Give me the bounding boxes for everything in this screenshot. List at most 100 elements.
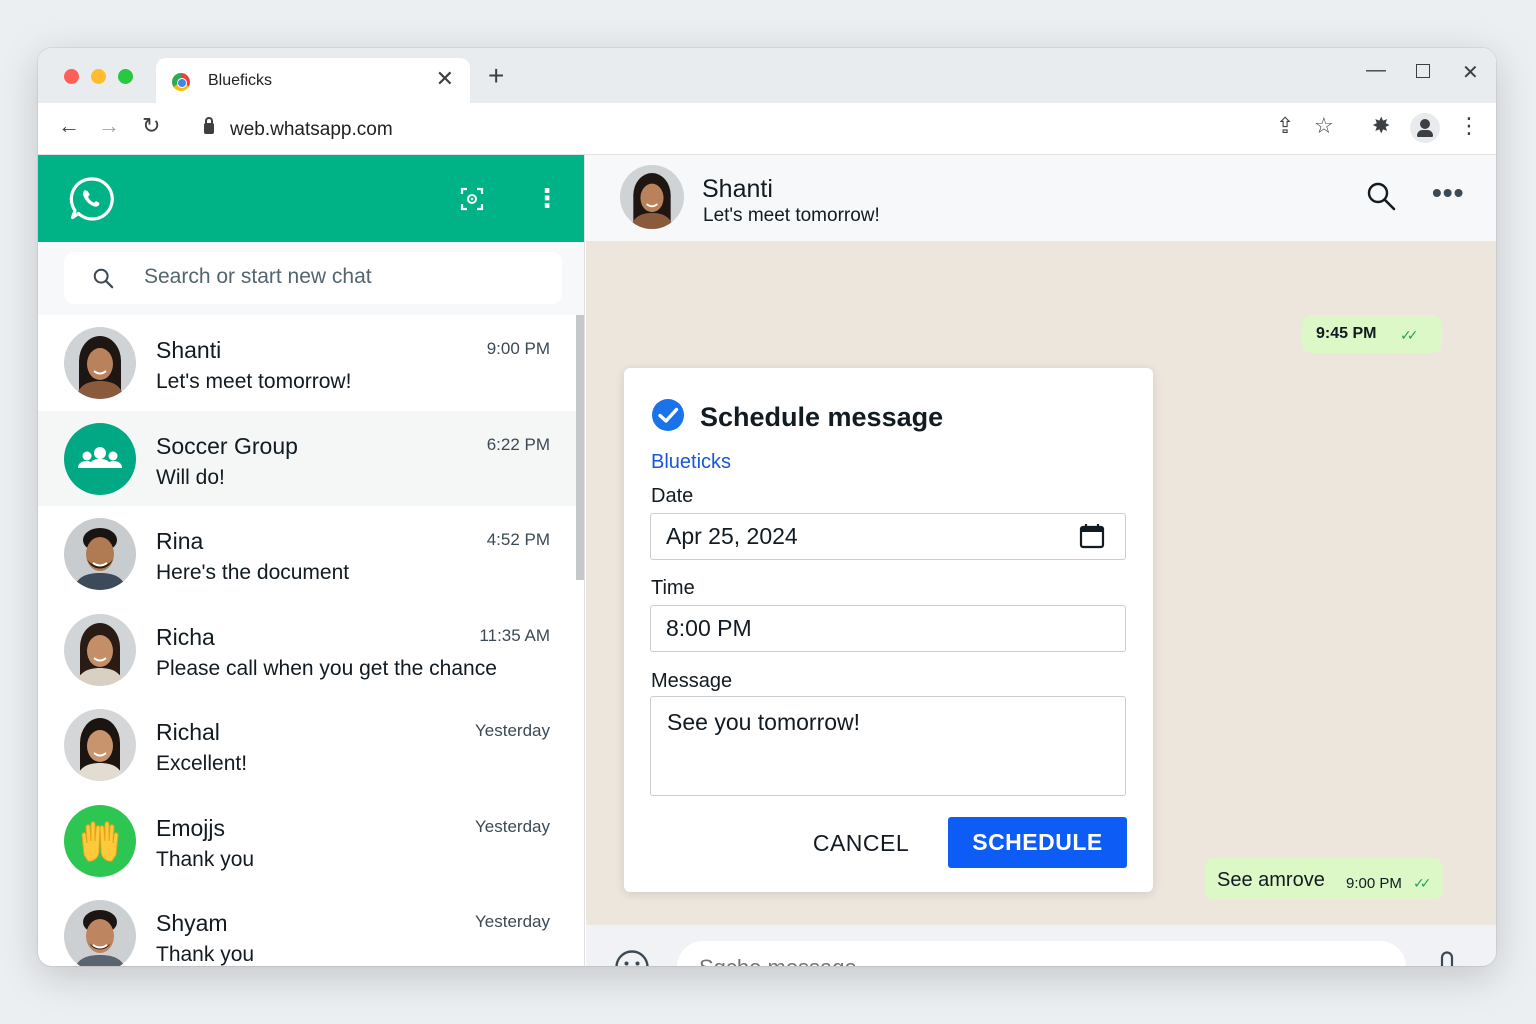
contact-avatar[interactable] (620, 165, 684, 229)
man-avatar-icon (64, 900, 136, 966)
chat-item-emojjs[interactable]: Emojjs Yesterday Thank you (38, 793, 576, 889)
sidebar-menu-icon[interactable]: ⋮ (534, 185, 560, 211)
browser-menu-icon[interactable]: ⋮ (1458, 115, 1480, 137)
avatar (64, 422, 136, 495)
chat-time: 4:52 PM (486, 530, 550, 549)
chat-item-richa[interactable]: Richa 11:35 AM Please call when you get … (38, 602, 576, 698)
lock-icon (204, 117, 214, 134)
search-icon (93, 268, 114, 289)
schedule-button[interactable]: SCHEDULE (948, 817, 1127, 868)
chat-item-rina[interactable]: Rina 4:52 PM Here's the document (38, 506, 576, 602)
cancel-button[interactable]: CANCEL (807, 818, 915, 868)
message-bubble[interactable]: See amrove 9:00 PM ✓✓ (1205, 858, 1443, 900)
raised-hands-icon (64, 804, 136, 877)
chat-time: 6:22 PM (486, 434, 550, 454)
message-time: 9:45 PM (1316, 325, 1377, 342)
man-avatar-icon (64, 518, 136, 590)
chat-item-richal[interactable]: Richal Yesterday Excellent! (38, 697, 576, 793)
contact-status: Let's meet tomorrow! (703, 205, 880, 226)
new-tab-button[interactable]: + (488, 62, 504, 90)
chat-time: 9:00 PM (486, 339, 550, 358)
date-label: Date (651, 485, 694, 507)
microphone-icon[interactable] (1434, 951, 1460, 966)
message-label: Message (651, 670, 733, 692)
extensions-icon[interactable]: ✸ (1372, 115, 1390, 137)
avatar (64, 518, 136, 590)
avatar (64, 900, 136, 966)
chat-time: Yesterday (475, 721, 550, 740)
url-text[interactable]: web.whatsapp.com (230, 119, 393, 141)
whatsapp-logo-icon (69, 177, 114, 221)
back-arrow-icon[interactable]: ← (58, 115, 80, 137)
chat-item-shyam[interactable]: Shyam Yesterday Thank you (38, 888, 576, 966)
emoji-icon[interactable] (614, 949, 650, 966)
chat-list: Shanti 9:00 PM Let's meet tomorrow! Socc… (38, 315, 576, 966)
date-field[interactable] (650, 513, 1126, 560)
chat-name: Shyam (156, 910, 228, 936)
chat-time: 11:35 AM (479, 625, 550, 645)
contact-name: Shanti (702, 175, 773, 203)
search-input[interactable] (144, 265, 544, 289)
woman-avatar-icon (64, 327, 136, 399)
status-scan-icon[interactable] (460, 187, 484, 211)
search-icon[interactable] (1366, 181, 1396, 211)
check-circle-icon (652, 399, 684, 431)
tab-close-icon[interactable]: ✕ (436, 68, 454, 90)
double-check-icon: ✓✓ (1400, 327, 1419, 343)
woman-avatar-icon (620, 165, 684, 229)
schedule-dialog: Schedule message Blueticks Date Time Mes… (624, 368, 1153, 892)
calendar-icon[interactable] (1079, 523, 1105, 549)
browser-window: Blueficks ✕ + — ✕ ← → ↻ web.whatsapp.com… (38, 48, 1496, 966)
maximize-icon[interactable] (1416, 64, 1430, 78)
maximize-window-dot[interactable] (118, 69, 133, 84)
chat-preview: Excellent! (156, 752, 248, 775)
chat-preview: Will do! (156, 465, 225, 489)
reload-icon[interactable]: ↻ (142, 115, 160, 137)
chat-name: Emojjs (156, 814, 226, 841)
time-label: Time (651, 577, 695, 599)
minimize-window-dot[interactable] (91, 69, 106, 84)
chat-list-scrollbar[interactable] (576, 315, 584, 580)
chat-item-soccer-group[interactable]: Soccer Group 6:22 PM Will do! (38, 410, 576, 506)
time-field[interactable] (650, 605, 1126, 652)
bookmark-star-icon[interactable]: ☆ (1314, 115, 1334, 137)
chat-preview: Let's meet tomorrow! (156, 370, 352, 393)
forward-arrow-icon[interactable]: → (98, 115, 120, 137)
chat-name: Rina (156, 528, 204, 554)
avatar (64, 613, 136, 686)
avatar (64, 709, 136, 781)
browser-toolbar: ← → ↻ web.whatsapp.com ⇪ ☆ ✸ ⋮ (38, 103, 1496, 155)
woman-avatar-icon (64, 613, 136, 686)
chat-item-shanti[interactable]: Shanti 9:00 PM Let's meet tomorrow! (38, 315, 576, 411)
dialog-title: Schedule message (700, 402, 944, 432)
brand-label: Blueticks (651, 451, 732, 473)
close-window-dot[interactable] (64, 69, 79, 84)
chat-preview: Thank you (156, 943, 255, 966)
message-input[interactable] (677, 941, 1406, 966)
double-check-icon: ✓✓ (1413, 875, 1432, 891)
more-options-icon[interactable]: ••• (1432, 177, 1464, 209)
avatar (64, 327, 136, 399)
group-icon (64, 422, 136, 495)
chat-time: Yesterday (475, 912, 550, 931)
chat-name: Soccer Group (156, 432, 298, 459)
message-textarea[interactable]: See you tomorrow! (650, 696, 1126, 796)
window-close-icon[interactable]: ✕ (1462, 63, 1479, 83)
address-bar[interactable]: web.whatsapp.com (184, 109, 1354, 149)
conversation-header[interactable]: Shanti Let's meet tomorrow! ••• (586, 155, 1496, 242)
chat-name: Shanti (156, 337, 222, 363)
minimize-icon[interactable]: — (1366, 60, 1386, 80)
message-bubble[interactable]: 9:45 PM ✓✓ (1302, 315, 1442, 353)
search-box[interactable] (64, 252, 562, 304)
profile-icon[interactable] (1410, 113, 1440, 143)
browser-tab[interactable]: Blueficks ✕ (156, 58, 470, 103)
chat-time: Yesterday (475, 816, 550, 836)
chrome-favicon-icon (172, 73, 190, 91)
share-icon[interactable]: ⇪ (1276, 115, 1294, 137)
chat-preview: Here's the document (156, 561, 350, 584)
chat-preview: Please call when you get the chance (156, 656, 497, 680)
chat-sidebar: ⋮ Search or start new chat Shanti 9:00 P… (38, 155, 585, 966)
conversation-panel: Shanti Let's meet tomorrow! ••• 9:45 PM … (586, 155, 1496, 966)
woman-avatar-icon (64, 709, 136, 781)
chat-name: Richa (156, 623, 215, 650)
